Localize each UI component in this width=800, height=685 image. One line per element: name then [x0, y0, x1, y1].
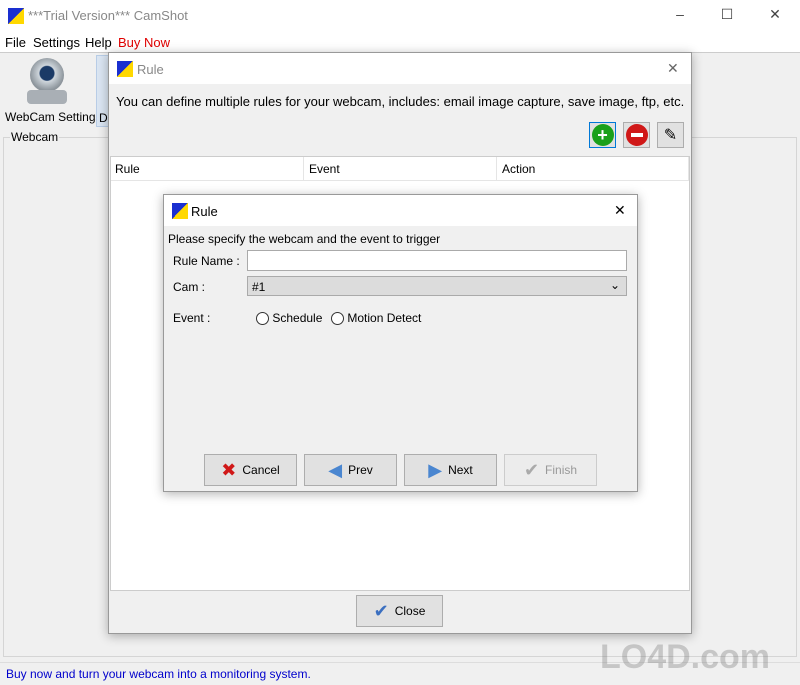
app-icon	[8, 8, 24, 24]
next-button[interactable]: ▶ Next	[404, 454, 497, 486]
webcam-settings-button[interactable]: WebCam Settings	[3, 55, 102, 127]
minimize-button[interactable]: –	[670, 6, 690, 22]
menu-bar: File Settings Help Buy Now	[0, 32, 800, 52]
maximize-button[interactable]: ☐	[717, 6, 737, 23]
webcam-icon	[30, 58, 64, 92]
column-event[interactable]: Event	[303, 157, 345, 181]
rule-dialog-close[interactable]: ✕	[667, 60, 679, 77]
menu-file[interactable]: File	[5, 35, 26, 50]
status-text[interactable]: Buy now and turn your webcam into a moni…	[6, 667, 311, 681]
wizard-close[interactable]: ✕	[614, 202, 626, 219]
cancel-button[interactable]: ✖ Cancel	[204, 454, 297, 486]
check-icon: ✔	[523, 459, 540, 480]
edit-icon: ✎	[663, 127, 678, 144]
radio-schedule[interactable]: Schedule	[256, 311, 323, 326]
webcam-group-label: Webcam	[10, 130, 60, 144]
table-header: Rule Event Action	[111, 157, 689, 181]
close-label: Close	[394, 604, 426, 618]
rule-dialog-description: You can define multiple rules for your w…	[116, 94, 685, 109]
menu-settings[interactable]: Settings	[33, 35, 80, 50]
cam-label: Cam :	[173, 280, 206, 294]
add-rule-button[interactable]: +	[589, 122, 616, 148]
next-label: Next	[448, 463, 473, 477]
close-button[interactable]: ✕	[765, 6, 785, 23]
remove-rule-button[interactable]	[623, 122, 650, 148]
event-label: Event :	[173, 311, 211, 325]
webcam-base-icon	[27, 90, 67, 104]
prev-label: Prev	[348, 463, 373, 477]
wizard-instruction: Please specify the webcam and the event …	[168, 232, 441, 246]
prev-button[interactable]: ◀ Prev	[304, 454, 397, 486]
app-icon	[117, 61, 133, 77]
title-bar: ***Trial Version*** CamShot – ☐ ✕	[0, 0, 800, 32]
app-icon	[172, 203, 188, 219]
motion-detect-label: Motion Detect	[347, 311, 422, 325]
check-icon: ✔	[373, 600, 389, 621]
x-icon: ✖	[221, 459, 237, 480]
rule-dialog-title-bar: Rule ✕	[109, 53, 691, 84]
wizard-title-bar: Rule ✕	[164, 195, 637, 226]
arrow-right-icon: ▶	[428, 459, 443, 480]
cam-value: #1	[252, 280, 266, 294]
edit-rule-button[interactable]: ✎	[657, 122, 684, 148]
radio-motion-detect[interactable]: Motion Detect	[331, 311, 422, 326]
chevron-down-icon: ⌄	[609, 278, 620, 292]
rule-dialog-title: Rule	[137, 62, 164, 77]
rule-name-input[interactable]	[247, 250, 627, 271]
webcam-settings-label: WebCam Settings	[5, 110, 102, 124]
rule-wizard-dialog: Rule ✕ Please specify the webcam and the…	[163, 194, 638, 492]
radio-icon	[331, 312, 344, 326]
column-rule[interactable]: Rule	[115, 162, 140, 176]
column-action[interactable]: Action	[496, 157, 689, 181]
wizard-title: Rule	[191, 204, 218, 219]
cancel-label: Cancel	[242, 463, 280, 477]
add-icon: +	[591, 124, 614, 146]
menu-help[interactable]: Help	[85, 35, 112, 50]
watermark: LO4D.com	[600, 638, 771, 676]
arrow-left-icon: ◀	[328, 459, 343, 480]
window-title: ***Trial Version*** CamShot	[28, 8, 188, 23]
close-dialog-button[interactable]: ✔ Close	[356, 595, 443, 627]
radio-icon	[256, 312, 269, 326]
rule-name-label: Rule Name :	[173, 254, 240, 268]
finish-label: Finish	[545, 463, 578, 477]
menu-buy-now[interactable]: Buy Now	[118, 35, 170, 50]
schedule-label: Schedule	[272, 311, 323, 325]
remove-icon	[625, 124, 648, 146]
finish-button[interactable]: ✔ Finish	[504, 454, 597, 486]
cam-select[interactable]: #1 ⌄	[247, 276, 627, 296]
